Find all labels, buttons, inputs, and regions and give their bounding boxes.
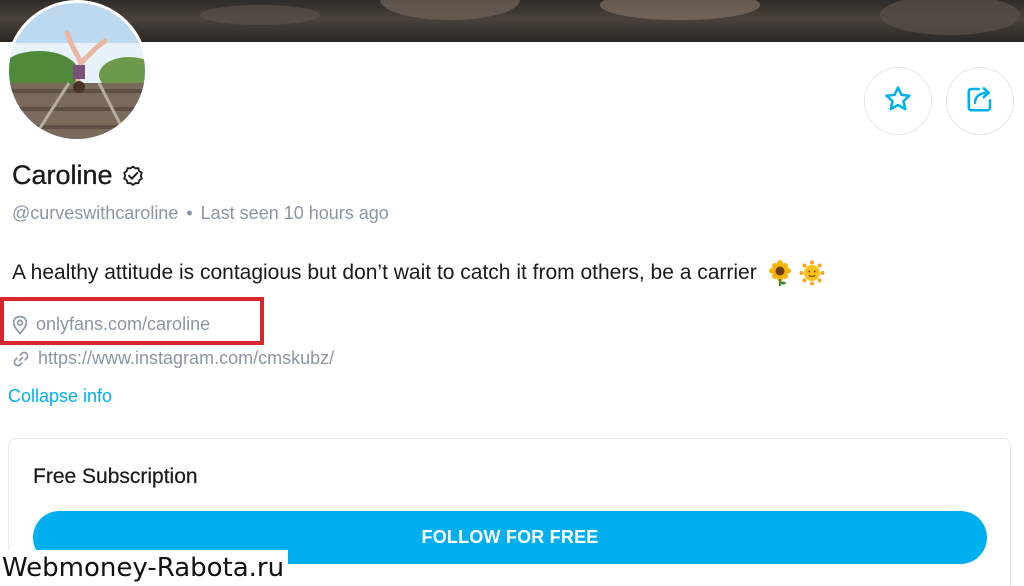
favorite-button[interactable] — [864, 67, 932, 135]
collapse-info-link[interactable]: Collapse info — [8, 386, 112, 407]
avatar[interactable] — [6, 0, 148, 142]
profile-name-row: Caroline — [12, 160, 145, 191]
separator-dot: • — [186, 203, 193, 223]
bio-text: A healthy attitude is contagious but don… — [12, 261, 757, 284]
bio: A healthy attitude is contagious but don… — [12, 260, 825, 286]
subscription-title: Free Subscription — [33, 465, 198, 488]
highlight-annotation — [0, 297, 264, 345]
handle-line: @curveswithcaroline • Last seen 10 hours a… — [12, 203, 389, 224]
profile-name: Caroline — [12, 160, 113, 190]
star-icon — [883, 84, 913, 119]
username: @curveswithcaroline — [12, 203, 179, 223]
link-icon — [12, 350, 30, 368]
share-icon — [965, 84, 995, 119]
sunflower-emoji-icon — [767, 260, 793, 286]
verified-badge-icon — [121, 164, 145, 188]
website-link[interactable]: https://www.instagram.com/cmskubz/ — [38, 348, 334, 369]
share-button[interactable] — [946, 67, 1014, 135]
website-row: https://www.instagram.com/cmskubz/ — [12, 348, 334, 369]
last-seen: Last seen 10 hours ago — [200, 203, 389, 223]
watermark-text: Webmoney-Rabota.ru — [0, 550, 289, 586]
cover-image — [0, 0, 1024, 42]
sun-with-face-emoji-icon — [799, 260, 825, 286]
